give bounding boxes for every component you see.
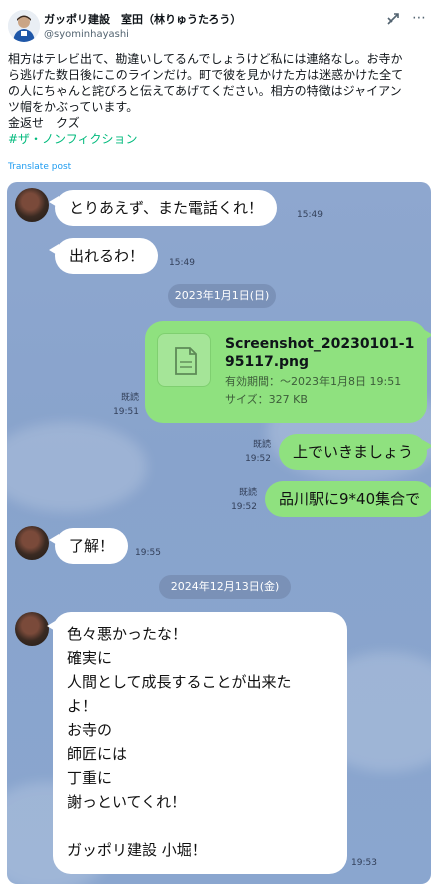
user-avatar[interactable] bbox=[8, 10, 40, 42]
message-line: ガッポリ建設 小堀！ bbox=[67, 841, 207, 859]
display-name[interactable]: ガッポリ建設 室田（林りゅうたろう） bbox=[44, 11, 241, 27]
post-text-line: の人にちゃんと詫びろと伝えてあげてください。相方の特徴はジャイアン bbox=[8, 84, 402, 98]
message-line: お寺の bbox=[67, 721, 113, 739]
message-time: 15:49 bbox=[297, 210, 323, 220]
message-line: 謝っといてくれ！ bbox=[67, 793, 187, 811]
message-time: 19:52 bbox=[231, 502, 257, 512]
hashtag-link[interactable]: #ザ・ノンフィクション bbox=[8, 131, 430, 147]
contact-avatar bbox=[15, 188, 49, 222]
message-line: よ！ bbox=[67, 697, 98, 715]
file-size: サイズ：327 KB bbox=[225, 393, 308, 406]
post-text-line: ツ帽をかぶっています。 bbox=[8, 100, 139, 114]
post-text: 相方はテレビ出て、勘違いしてるんでしょうけど私には連絡なし。お寺か ら逃げた数日… bbox=[8, 51, 430, 147]
file-name: Screenshot_20230101-195117.png bbox=[225, 336, 415, 370]
message-line: 色々悪かったな！ bbox=[67, 625, 188, 643]
outgoing-message: 品川駅に9*40集合で bbox=[265, 481, 431, 517]
post-header: ガッポリ建設 室田（林りゅうたろう） @syominhayashi ⋯ bbox=[8, 8, 428, 44]
chat-screenshot[interactable]: とりあえず、また電話くれ！ 15:49 出れるわ！ 15:49 2023年1月1… bbox=[7, 182, 431, 884]
message-line: 人間として成長することが出来た bbox=[67, 673, 292, 691]
contact-avatar bbox=[15, 526, 49, 560]
incoming-message: 了解！ bbox=[48, 528, 129, 564]
more-options-icon[interactable]: ⋯ bbox=[412, 10, 426, 26]
contact-avatar bbox=[15, 612, 49, 646]
incoming-message: とりあえず、また電話くれ！ bbox=[49, 190, 277, 226]
grok-icon[interactable] bbox=[386, 12, 400, 26]
message-line: 確実に bbox=[67, 649, 113, 667]
read-receipt: 既読 bbox=[238, 488, 257, 498]
outgoing-message: 上でいきましょう bbox=[279, 434, 431, 470]
message-time: 15:49 bbox=[169, 258, 195, 268]
translate-post-link[interactable]: Translate post bbox=[8, 162, 71, 172]
message-line: 師匠には bbox=[67, 745, 128, 763]
date-separator: 2024年12月13日(金) bbox=[159, 575, 291, 599]
post-text-line: 金返せ クズ bbox=[8, 116, 80, 130]
read-receipt: 既読 bbox=[252, 440, 271, 450]
read-receipt: 既読 bbox=[120, 393, 139, 403]
message-time: 19:52 bbox=[245, 454, 271, 464]
incoming-message: 出れるわ！ bbox=[48, 238, 159, 274]
incoming-message-long: 色々悪かったな！ 確実に 人間として成長することが出来た よ！ お寺の 師匠には… bbox=[47, 612, 347, 874]
document-icon bbox=[175, 347, 197, 375]
message-line bbox=[67, 814, 333, 838]
user-handle[interactable]: @syominhayashi bbox=[44, 29, 129, 40]
post-text-line: 相方はテレビ出て、勘違いしてるんでしょうけど私には連絡なし。お寺か bbox=[8, 52, 403, 66]
file-icon-box bbox=[157, 333, 211, 387]
file-expiry: 有効期間：～2023年1月8日 19:51 bbox=[225, 375, 402, 388]
message-time: 19:53 bbox=[351, 858, 377, 868]
post-text-line: ら逃げた数日後にこのラインだけ。町で彼を見かけた方は迷惑かけた全て bbox=[8, 68, 404, 82]
date-separator: 2023年1月1日(日) bbox=[168, 284, 276, 308]
message-time: 19:51 bbox=[113, 407, 139, 417]
message-time: 19:55 bbox=[135, 548, 161, 558]
message-line: 丁重に bbox=[67, 769, 113, 787]
user-avatar-image bbox=[8, 10, 40, 42]
file-attachment: Screenshot_20230101-195117.png 有効期間：～202… bbox=[145, 321, 431, 423]
